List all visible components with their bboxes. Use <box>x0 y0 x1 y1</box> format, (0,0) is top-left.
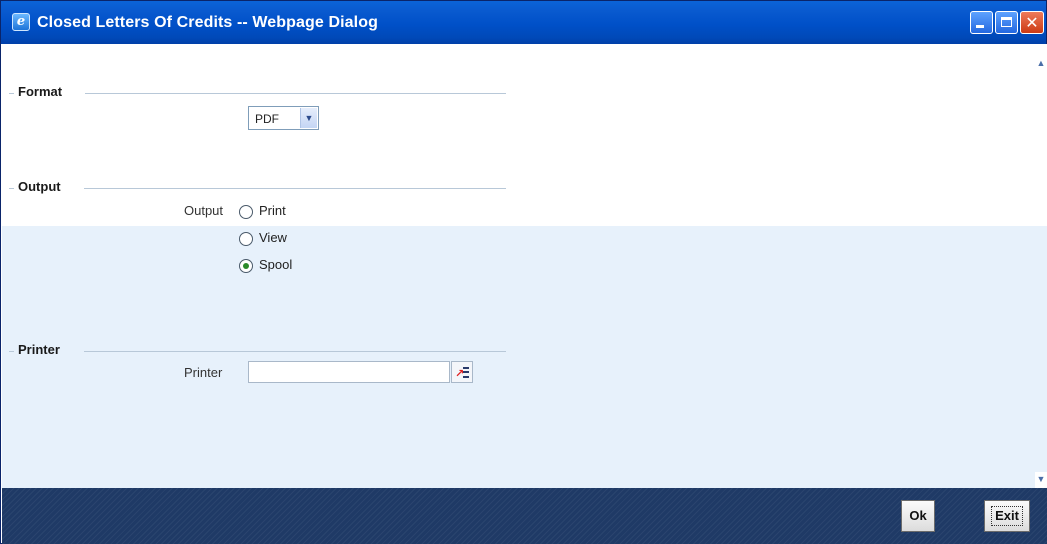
section-divider <box>84 188 506 189</box>
format-select-value: PDF <box>255 112 279 126</box>
section-divider <box>9 351 14 352</box>
ie-icon: e <box>12 13 30 31</box>
section-divider <box>9 93 14 94</box>
section-divider <box>85 93 506 94</box>
exit-button-label: Exit <box>991 506 1023 526</box>
output-option-label: View <box>259 230 287 245</box>
output-radio-spool[interactable] <box>239 259 253 273</box>
window-title: Closed Letters Of Credits -- Webpage Dia… <box>37 14 378 31</box>
dialog-window: e Closed Letters Of Credits -- Webpage D… <box>0 0 1047 544</box>
printer-field-label: Printer <box>184 365 223 380</box>
minimize-button[interactable] <box>970 11 993 34</box>
printer-input[interactable] <box>248 361 450 383</box>
ok-button[interactable]: Ok <box>901 500 935 532</box>
output-field-label: Output <box>184 203 224 218</box>
printer-lookup-button[interactable]: ↗ <box>451 361 473 383</box>
dialog-content: Format Output Printer <box>2 44 1035 488</box>
output-radio-view[interactable] <box>239 232 253 246</box>
output-option-label: Spool <box>259 257 293 272</box>
maximize-button[interactable] <box>995 11 1018 34</box>
chevron-down-icon[interactable]: ▼ <box>300 108 317 128</box>
output-radio-print[interactable] <box>239 205 253 219</box>
format-select[interactable]: PDF ▼ <box>248 106 319 130</box>
dialog-footer <box>2 488 1047 544</box>
scroll-up-arrow-icon[interactable]: ▲ <box>1036 58 1046 68</box>
section-divider <box>84 351 506 352</box>
section-output-title: Output <box>18 179 61 194</box>
list-lines-icon <box>463 367 469 378</box>
content-lower-panel <box>2 226 1035 488</box>
scrollbar-track <box>1035 226 1047 472</box>
section-divider <box>9 188 14 189</box>
section-format-title: Format <box>18 84 63 99</box>
close-icon: ✕ <box>1025 13 1039 32</box>
exit-button[interactable]: Exit <box>984 500 1030 532</box>
vertical-scrollbar[interactable]: ▲ ▼ <box>1035 44 1047 488</box>
section-printer-title: Printer <box>18 342 60 357</box>
title-bar[interactable]: e Closed Letters Of Credits -- Webpage D… <box>1 1 1046 44</box>
scroll-down-arrow-icon[interactable]: ▼ <box>1036 474 1046 484</box>
close-button[interactable]: ✕ <box>1020 11 1044 34</box>
output-option-label: Print <box>259 203 286 218</box>
